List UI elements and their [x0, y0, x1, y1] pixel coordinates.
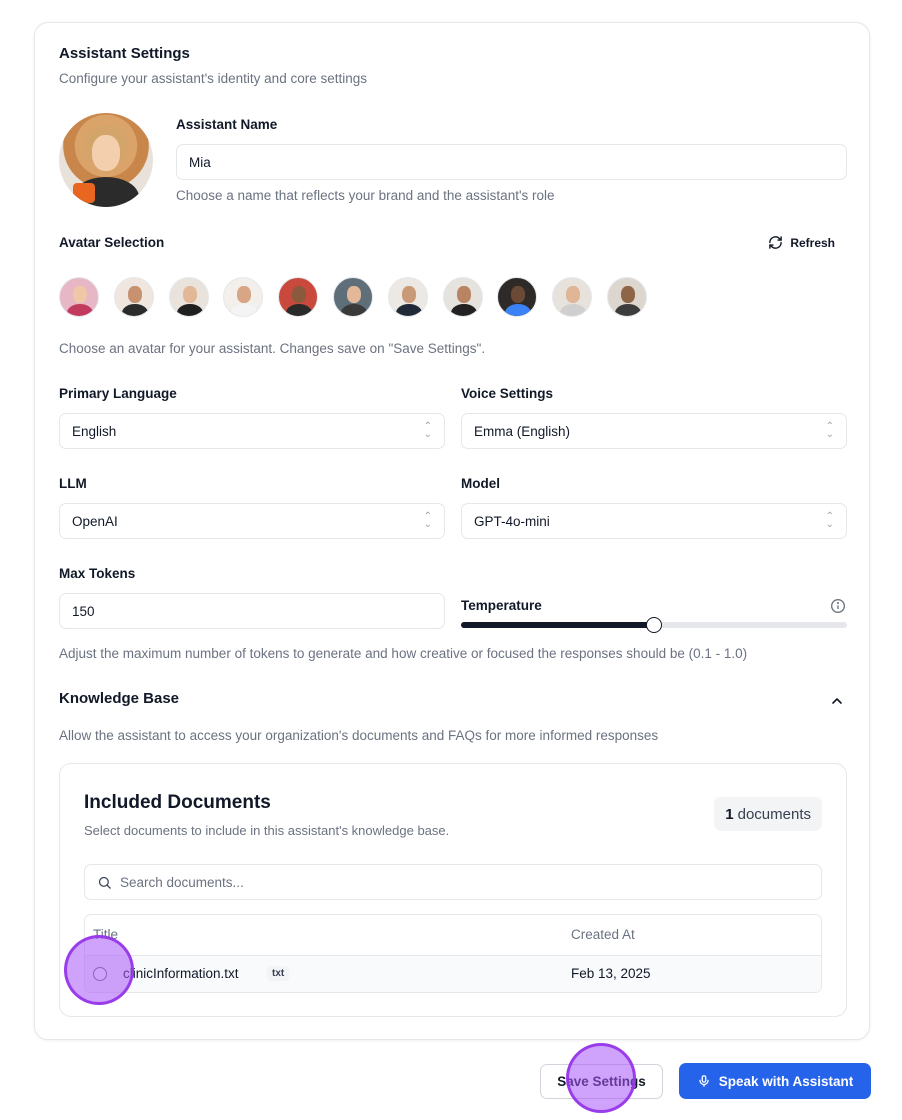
- max-tokens-input[interactable]: 150: [59, 593, 445, 629]
- avatar-options: [59, 277, 647, 317]
- column-header-title: Title: [93, 927, 119, 942]
- search-icon: [98, 876, 111, 889]
- primary-language-label: Primary Language: [59, 386, 177, 401]
- document-count: 1: [725, 805, 734, 823]
- avatar-selection-label: Avatar Selection: [59, 235, 165, 250]
- avatar-option-4[interactable]: [223, 277, 264, 317]
- primary-language-select[interactable]: English ⌃ ⌄: [59, 413, 445, 449]
- model-select[interactable]: GPT-4o-mini ⌃ ⌄: [461, 503, 847, 539]
- tokens-help: Adjust the maximum number of tokens to g…: [59, 646, 748, 661]
- model-label: Model: [461, 476, 500, 491]
- knowledge-base-description: Allow the assistant to access your organ…: [59, 728, 659, 743]
- assistant-name-help: Choose a name that reflects your brand a…: [176, 188, 555, 203]
- refresh-label: Refresh: [790, 235, 835, 250]
- save-settings-label: Save Settings: [557, 1074, 646, 1089]
- avatar-option-3[interactable]: [168, 277, 209, 317]
- avatar-option-10[interactable]: [552, 277, 593, 317]
- max-tokens-value: 150: [72, 603, 95, 619]
- info-icon[interactable]: [830, 598, 846, 614]
- avatar-option-2[interactable]: [113, 277, 154, 317]
- documents-table: Title Created At clinicInformation.txt t…: [84, 914, 822, 993]
- avatar-help: Choose an avatar for your assistant. Cha…: [59, 341, 486, 356]
- avatar-option-11[interactable]: [606, 277, 647, 317]
- included-documents-panel: Included Documents Select documents to i…: [59, 763, 847, 1017]
- page-subtitle: Configure your assistant's identity and …: [59, 71, 367, 86]
- document-count-suffix: documents: [737, 805, 811, 823]
- temperature-slider[interactable]: [461, 617, 847, 633]
- selected-avatar: [59, 113, 153, 207]
- voice-settings-select[interactable]: Emma (English) ⌃ ⌄: [461, 413, 847, 449]
- included-documents-subtitle: Select documents to include in this assi…: [84, 823, 450, 838]
- temperature-slider-thumb[interactable]: [646, 617, 662, 633]
- document-count-badge: 1 documents: [714, 797, 822, 831]
- llm-value: OpenAI: [72, 513, 118, 529]
- table-row[interactable]: clinicInformation.txt txt Feb 13, 2025: [85, 955, 821, 992]
- save-settings-button[interactable]: Save Settings: [540, 1064, 663, 1099]
- chevron-up-down-icon: ⌃ ⌄: [423, 421, 432, 440]
- chevron-up-icon[interactable]: [829, 693, 845, 709]
- speak-with-assistant-button[interactable]: Speak with Assistant: [679, 1063, 871, 1099]
- refresh-button[interactable]: Refresh: [768, 235, 835, 250]
- avatar-option-6[interactable]: [332, 277, 373, 317]
- page-title: Assistant Settings: [59, 45, 190, 62]
- speak-with-assistant-label: Speak with Assistant: [718, 1073, 854, 1089]
- assistant-name-value: Mia: [189, 154, 211, 170]
- document-type-badge: txt: [267, 966, 290, 981]
- voice-settings-label: Voice Settings: [461, 386, 554, 401]
- document-name: clinicInformation.txt: [123, 966, 239, 981]
- avatar-option-1[interactable]: [59, 277, 99, 317]
- voice-settings-value: Emma (English): [474, 423, 571, 439]
- max-tokens-label: Max Tokens: [59, 566, 136, 581]
- refresh-icon: [769, 236, 783, 249]
- microphone-icon: [698, 1075, 709, 1087]
- knowledge-base-title: Knowledge Base: [59, 690, 180, 707]
- document-select-radio[interactable]: [93, 967, 107, 981]
- assistant-name-label: Assistant Name: [176, 117, 278, 132]
- llm-label: LLM: [59, 476, 87, 491]
- document-created-at: Feb 13, 2025: [571, 966, 651, 981]
- llm-select[interactable]: OpenAI ⌃ ⌄: [59, 503, 445, 539]
- chevron-up-down-icon: ⌃ ⌄: [825, 511, 834, 530]
- included-documents-title: Included Documents: [84, 792, 271, 813]
- temperature-slider-fill: [461, 622, 654, 628]
- temperature-label: Temperature: [461, 598, 542, 613]
- avatar-option-9[interactable]: [497, 277, 538, 317]
- primary-language-value: English: [72, 423, 117, 439]
- chevron-up-down-icon: ⌃ ⌄: [825, 421, 834, 440]
- assistant-settings-card: Assistant Settings Configure your assist…: [34, 22, 870, 1040]
- avatar-option-8[interactable]: [442, 277, 483, 317]
- column-header-created-at: Created At: [571, 927, 635, 942]
- model-value: GPT-4o-mini: [474, 513, 550, 529]
- search-placeholder: Search documents...: [120, 874, 244, 890]
- avatar-option-7[interactable]: [387, 277, 428, 317]
- assistant-name-input[interactable]: Mia: [176, 144, 847, 180]
- avatar-option-5[interactable]: [278, 277, 319, 317]
- chevron-up-down-icon: ⌃ ⌄: [423, 511, 432, 530]
- document-search-input[interactable]: Search documents...: [84, 864, 822, 900]
